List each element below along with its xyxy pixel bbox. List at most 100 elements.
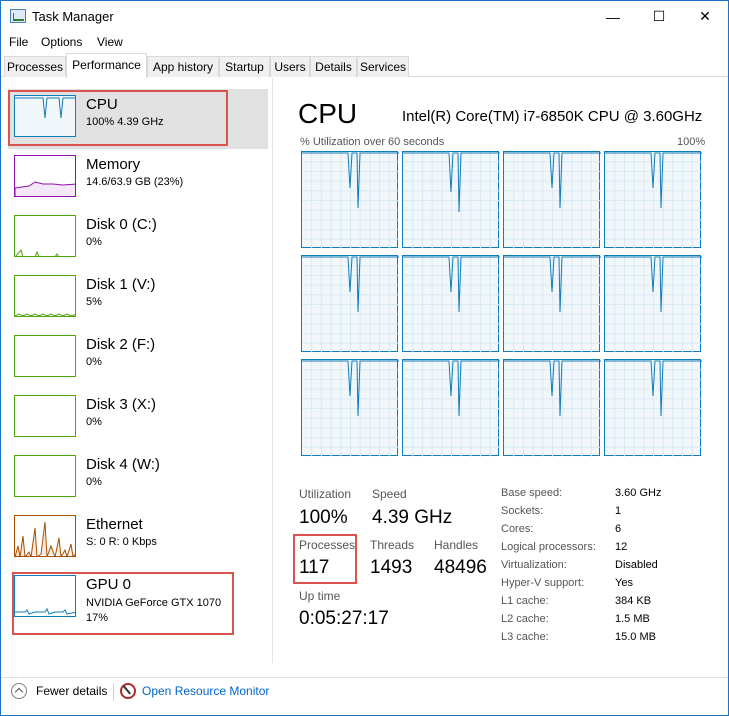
task-manager-icon bbox=[10, 9, 26, 23]
detail-title: CPU bbox=[298, 98, 358, 129]
info-value: 12 bbox=[615, 541, 628, 553]
info-label: Logical processors: bbox=[501, 541, 596, 553]
info-value: 1 bbox=[615, 505, 622, 517]
core-graph bbox=[301, 359, 399, 457]
core-graph bbox=[604, 359, 702, 457]
resource-name: Disk 2 (F:) bbox=[86, 336, 156, 353]
tab-services[interactable]: Services bbox=[357, 56, 409, 77]
info-value: 3.60 GHz bbox=[615, 487, 662, 499]
menu-file[interactable]: File bbox=[9, 35, 28, 49]
info-value: Disabled bbox=[615, 559, 658, 571]
core-graph bbox=[604, 151, 702, 249]
highlight-cpu bbox=[8, 90, 228, 146]
resource-sub: 0% bbox=[86, 236, 102, 248]
info-label: Virtualization: bbox=[501, 559, 567, 571]
core-graph bbox=[402, 151, 500, 249]
info-label: L3 cache: bbox=[501, 631, 549, 643]
window-title: Task Manager bbox=[32, 9, 114, 24]
footer-bar bbox=[1, 677, 728, 715]
core-graph bbox=[402, 255, 500, 353]
info-value: 1.5 MB bbox=[615, 613, 650, 625]
fewer-details-button[interactable]: Fewer details bbox=[36, 684, 107, 698]
minimize-button[interactable]: — bbox=[590, 1, 636, 32]
core-graph bbox=[503, 255, 601, 353]
utilization-value: 100% bbox=[299, 507, 348, 528]
resource-name: Disk 1 (V:) bbox=[86, 276, 156, 293]
tab-processes[interactable]: Processes bbox=[4, 56, 66, 77]
resource-sub: 0% bbox=[86, 416, 102, 428]
pane-divider bbox=[272, 78, 273, 663]
graph-label: % Utilization over 60 seconds bbox=[300, 136, 445, 148]
ethernet-thumbnail bbox=[14, 515, 76, 557]
open-resource-monitor-link[interactable]: Open Resource Monitor bbox=[142, 684, 269, 698]
info-value: 6 bbox=[615, 523, 622, 535]
resource-disk-1[interactable]: Disk 1 (V:) 5% bbox=[8, 269, 268, 329]
disk-3-thumbnail bbox=[14, 395, 76, 437]
core-graph bbox=[301, 151, 399, 249]
tab-details[interactable]: Details bbox=[310, 56, 357, 77]
disk-0-thumbnail bbox=[14, 215, 76, 257]
cpu-model: Intel(R) Core(TM) i7-6850K CPU @ 3.60GHz bbox=[402, 108, 703, 125]
processes-value: 117 bbox=[299, 557, 330, 578]
tab-bar: Processes Performance App history Startu… bbox=[1, 53, 728, 78]
disk-4-thumbnail bbox=[14, 455, 76, 497]
handles-label: Handles bbox=[434, 538, 479, 552]
utilization-label: Utilization bbox=[299, 487, 352, 501]
speed-value: 4.39 GHz bbox=[372, 507, 453, 528]
info-value: 384 KB bbox=[615, 595, 652, 607]
resource-sub: 0% bbox=[86, 476, 102, 488]
resource-sub: S: 0 R: 0 Kbps bbox=[86, 536, 157, 548]
core-graph bbox=[503, 151, 601, 249]
threads-label: Threads bbox=[370, 538, 415, 552]
resource-name: Disk 4 (W:) bbox=[86, 456, 160, 473]
uptime-value: 0:05:27:17 bbox=[299, 608, 389, 629]
info-label: L1 cache: bbox=[501, 595, 549, 607]
disk-2-thumbnail bbox=[14, 335, 76, 377]
resource-disk-3[interactable]: Disk 3 (X:) 0% bbox=[8, 389, 268, 449]
info-label: L2 cache: bbox=[501, 613, 549, 625]
title-bar[interactable]: Task Manager — ☐ ✕ bbox=[1, 1, 728, 32]
core-graph bbox=[301, 255, 399, 353]
close-button[interactable]: ✕ bbox=[682, 1, 728, 32]
resource-name: Disk 0 (C:) bbox=[86, 216, 157, 233]
resource-name: Ethernet bbox=[86, 516, 143, 533]
menu-bar: File Options View bbox=[1, 32, 728, 52]
resource-sub: 14.6/63.9 GB (23%) bbox=[86, 176, 184, 188]
uptime-label: Up time bbox=[299, 589, 341, 603]
highlight-gpu bbox=[12, 572, 234, 635]
resource-monitor-icon[interactable] bbox=[120, 683, 136, 699]
resource-name: Disk 3 (X:) bbox=[86, 396, 157, 413]
info-label: Hyper-V support: bbox=[501, 577, 585, 589]
memory-thumbnail bbox=[14, 155, 76, 197]
menu-options[interactable]: Options bbox=[41, 35, 82, 49]
info-label: Sockets: bbox=[501, 505, 544, 517]
info-label: Base speed: bbox=[501, 487, 563, 499]
info-value: 15.0 MB bbox=[615, 631, 656, 643]
resource-disk-2[interactable]: Disk 2 (F:) 0% bbox=[8, 329, 268, 389]
maximize-button[interactable]: ☐ bbox=[636, 1, 682, 32]
tab-app-history[interactable]: App history bbox=[147, 56, 219, 77]
processes-label: Processes bbox=[299, 538, 356, 552]
core-graph bbox=[503, 359, 601, 457]
core-graph bbox=[604, 255, 702, 353]
disk-1-thumbnail bbox=[14, 275, 76, 317]
chevron-up-icon[interactable] bbox=[11, 683, 27, 699]
menu-view[interactable]: View bbox=[97, 35, 123, 49]
tab-startup[interactable]: Startup bbox=[219, 56, 270, 77]
footer-separator bbox=[113, 683, 114, 701]
speed-label: Speed bbox=[372, 487, 407, 501]
resource-disk-4[interactable]: Disk 4 (W:) 0% bbox=[8, 449, 268, 509]
tab-users[interactable]: Users bbox=[270, 56, 310, 77]
resource-memory[interactable]: Memory 14.6/63.9 GB (23%) bbox=[8, 149, 268, 209]
core-graph bbox=[402, 359, 500, 457]
handles-value: 48496 bbox=[434, 557, 487, 578]
info-label: Cores: bbox=[501, 523, 534, 535]
tab-performance[interactable]: Performance bbox=[66, 53, 147, 78]
resource-disk-0[interactable]: Disk 0 (C:) 0% bbox=[8, 209, 268, 269]
resource-sub: 5% bbox=[86, 296, 102, 308]
task-manager-window: Task Manager — ☐ ✕ File Options View Pro… bbox=[0, 0, 729, 716]
resource-ethernet[interactable]: Ethernet S: 0 R: 0 Kbps bbox=[8, 509, 268, 569]
threads-value: 1493 bbox=[370, 557, 413, 578]
resource-name: Memory bbox=[86, 156, 141, 173]
resource-sub: 0% bbox=[86, 356, 102, 368]
